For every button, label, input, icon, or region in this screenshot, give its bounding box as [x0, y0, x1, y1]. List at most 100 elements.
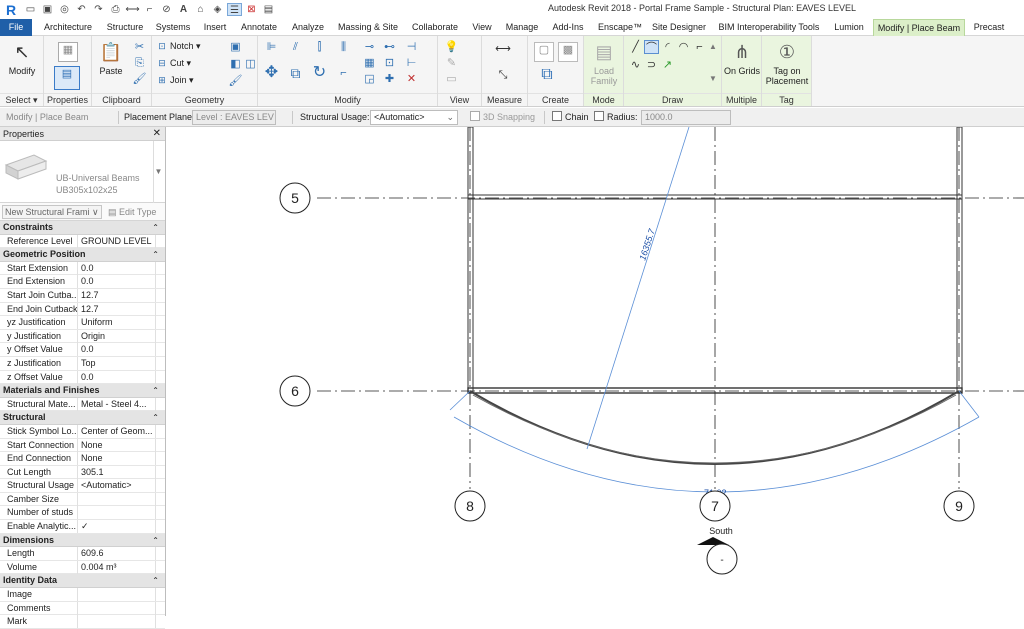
open-icon[interactable]: ▭ [23, 3, 38, 16]
property-value[interactable]: None [79, 452, 155, 465]
instance-filter-combo[interactable]: New Structural Frami ∨ [2, 205, 102, 219]
redo-icon[interactable]: ↷ [91, 3, 106, 16]
property-row[interactable]: Structural Mate... Metal - Steel 4... [0, 397, 165, 412]
property-value[interactable] [79, 493, 155, 506]
property-edit-cell[interactable] [155, 356, 164, 370]
property-value[interactable]: 0.0 [79, 343, 155, 356]
property-edit-cell[interactable] [155, 492, 164, 506]
property-row[interactable]: Cut Length 305.1 [0, 465, 165, 480]
property-row[interactable]: End Extension 0.0 [0, 275, 165, 289]
array-icon[interactable]: ▦ [362, 56, 377, 70]
radius-checkbox[interactable] [594, 111, 604, 121]
spline-icon[interactable]: ∿ [628, 58, 643, 72]
thin-lines-icon[interactable]: ☰ [227, 2, 242, 16]
rotate-icon[interactable]: ↻ [312, 65, 327, 81]
property-row[interactable]: End Join Cutback 12.7 [0, 302, 165, 317]
cut-geometry-button[interactable]: ⊟ Cut ▾ [156, 57, 191, 70]
tangent-arc-icon[interactable]: ◠ [676, 40, 691, 54]
property-value[interactable]: 609.6 [79, 547, 155, 560]
copy-icon[interactable]: ⎘ [132, 56, 147, 70]
property-row[interactable]: Start Join Cutba... 12.7 [0, 288, 165, 303]
property-edit-cell[interactable] [155, 234, 164, 248]
3d-view-icon[interactable]: ⌂ [193, 3, 208, 16]
type-properties-icon[interactable]: ▦ [58, 42, 78, 62]
pick-lines-icon[interactable]: ↗ [660, 58, 675, 72]
property-section-header[interactable]: Structural ⌃ [0, 411, 165, 425]
property-edit-cell[interactable] [155, 465, 164, 479]
radius-dimension-line[interactable] [586, 127, 690, 450]
switch-windows-icon[interactable]: ▤ [261, 3, 276, 16]
property-row[interactable]: Mark [0, 615, 165, 629]
property-value[interactable]: GROUND LEVEL [79, 235, 155, 248]
collapse-icon[interactable]: ⌃ [152, 574, 159, 587]
center-ends-arc-icon[interactable]: ◜ [660, 40, 675, 54]
measure-between-icon[interactable]: ⟷ [488, 42, 518, 56]
property-edit-cell[interactable] [155, 547, 164, 561]
property-value[interactable] [79, 506, 155, 519]
chain-toggle[interactable]: Chain [552, 108, 589, 127]
property-value[interactable]: Metal - Steel 4... [79, 398, 155, 411]
tab-site-designer[interactable]: Site Designer [650, 19, 708, 36]
section-icon[interactable]: ◈ [210, 3, 225, 16]
ellipse-icon[interactable]: ⊃ [644, 58, 659, 72]
property-edit-cell[interactable] [155, 479, 164, 493]
wall-joins-icon[interactable]: ▣ [228, 40, 243, 54]
tab-systems[interactable]: Systems [152, 19, 194, 36]
undo-icon[interactable]: ↶ [74, 3, 89, 16]
column-left[interactable] [467, 127, 474, 393]
collapse-icon[interactable]: ⌃ [152, 221, 159, 234]
property-row[interactable]: Reference Level GROUND LEVEL [0, 234, 165, 249]
override-graphics-icon[interactable]: ✎ [444, 56, 459, 70]
text-A-icon[interactable]: A [176, 3, 191, 16]
property-edit-cell[interactable] [155, 560, 164, 574]
property-value[interactable] [79, 588, 155, 601]
property-section-header[interactable]: Identity Data ⌃ [0, 574, 165, 589]
property-edit-cell[interactable] [155, 452, 164, 466]
tab-massing-site[interactable]: Massing & Site [333, 19, 403, 36]
collapse-icon[interactable]: ⌃ [152, 411, 159, 424]
print-icon[interactable]: ⎙ [108, 3, 123, 16]
chain-checkbox[interactable] [552, 111, 562, 121]
select-dropdown[interactable]: Select ▾ [0, 93, 43, 105]
demolish-icon[interactable]: ◫ [243, 57, 258, 71]
tab-analyze[interactable]: Analyze [287, 19, 329, 36]
property-value[interactable]: ✓ [79, 520, 155, 533]
property-value[interactable]: <Automatic> [79, 479, 155, 492]
property-value[interactable]: 305.1 [79, 466, 155, 479]
property-row[interactable]: Stick Symbol Lo... Center of Geom... [0, 424, 165, 439]
3d-snapping-toggle[interactable]: 3D Snapping [470, 108, 535, 127]
join-button[interactable]: ⊞ Join ▾ [156, 74, 193, 87]
property-edit-cell[interactable] [155, 302, 164, 316]
tab-view[interactable]: View [467, 19, 497, 36]
align-icon[interactable]: ⊫ [264, 40, 279, 54]
type-selector[interactable]: UB-Universal Beams UB305x102x25 ▼ [0, 141, 165, 203]
property-edit-cell[interactable] [155, 615, 164, 629]
tab-bim-interoperability[interactable]: BIM Interoperability Tools [713, 19, 825, 36]
property-edit-cell[interactable] [155, 588, 164, 602]
delete-icon[interactable]: ✕ [404, 72, 419, 86]
placement-plane-combo[interactable]: Level : EAVES LEV [192, 110, 276, 125]
property-edit-cell[interactable] [155, 316, 164, 330]
tag-on-placement-button[interactable]: ① Tag on Placement [764, 40, 810, 86]
property-row[interactable]: End Connection None [0, 452, 165, 466]
tab-modify-place-beam[interactable]: Modify | Place Beam [873, 19, 965, 37]
property-section-header[interactable]: Constraints ⌃ [0, 221, 165, 235]
measure-icon[interactable]: ⟷ [125, 3, 140, 16]
structural-plan-view[interactable]: 16355.7 71.02 5 6 8 7 9 South - [167, 127, 1024, 616]
property-section-header[interactable]: Geometric Position ⌃ [0, 248, 165, 262]
property-value[interactable]: Origin [79, 330, 155, 343]
property-row[interactable]: z Offset Value 0.0 [0, 370, 165, 385]
tab-precast[interactable]: Precast [969, 19, 1009, 36]
property-edit-cell[interactable] [155, 506, 164, 520]
load-family-button[interactable]: ▤ Load Family [586, 40, 622, 86]
tab-collaborate[interactable]: Collaborate [408, 19, 462, 36]
property-row[interactable]: Comments [0, 601, 165, 616]
radius-dimension-text[interactable]: 16355.7 [637, 227, 657, 262]
cut-scissors-icon[interactable]: ✂ [132, 40, 147, 54]
property-row[interactable]: Camber Size [0, 492, 165, 507]
on-grids-button[interactable]: ⋔ On Grids [724, 40, 760, 76]
edit-type-button[interactable]: ▤ Edit Type [108, 205, 156, 219]
property-edit-cell[interactable] [155, 288, 164, 302]
property-edit-cell[interactable] [155, 601, 164, 615]
curved-beam-outline[interactable] [469, 390, 960, 465]
